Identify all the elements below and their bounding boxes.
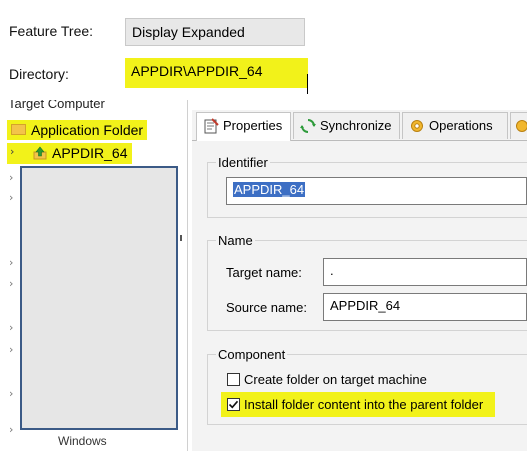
directory-value: APPDIR\APPDIR_64 — [131, 63, 263, 79]
chevron-right-icon[interactable]: › — [9, 387, 13, 400]
tab-label: Operations — [429, 118, 493, 133]
tab-operations[interactable]: Operations — [402, 112, 508, 139]
tab-label: Synchronize — [320, 118, 392, 133]
name-legend: Name — [218, 233, 253, 248]
splitter-grip — [180, 235, 182, 241]
target-name-input[interactable]: . — [323, 258, 527, 286]
create-folder-label[interactable]: Create folder on target machine — [244, 372, 427, 387]
target-name-label: Target name: — [226, 265, 302, 280]
directory-label: Directory: — [9, 66, 69, 82]
tree-root-partial: Target Computer — [8, 100, 105, 111]
chevron-right-icon[interactable]: › — [9, 321, 13, 334]
source-name-input[interactable]: APPDIR_64 — [323, 293, 527, 321]
chevron-right-icon[interactable]: › — [9, 191, 13, 204]
chevron-right-icon[interactable]: › — [10, 145, 14, 158]
tab-label: Properties — [223, 118, 283, 133]
gear-icon — [516, 120, 527, 132]
redaction-box — [20, 166, 178, 430]
chevron-right-icon[interactable]: › — [9, 256, 13, 269]
identifier-input[interactable]: APPDIR_64 — [226, 177, 527, 205]
identifier-value: APPDIR_64 — [233, 182, 306, 197]
install-parent-checkbox[interactable] — [227, 398, 240, 411]
tree-item-label: APPDIR_64 — [52, 145, 128, 161]
feature-tree-label: Feature Tree: — [9, 23, 94, 39]
checkmark-icon — [228, 400, 239, 409]
splitter[interactable] — [187, 100, 188, 451]
tab-overflow[interactable] — [510, 112, 527, 139]
gear-icon — [411, 120, 423, 132]
tab-properties[interactable]: Properties — [196, 112, 291, 141]
identifier-legend: Identifier — [218, 155, 268, 170]
text-caret — [307, 74, 308, 94]
tree-item-partial: Windows — [58, 434, 107, 448]
source-name-label: Source name: — [226, 300, 307, 315]
sync-icon — [300, 119, 316, 133]
source-name-value: APPDIR_64 — [330, 298, 401, 313]
create-folder-checkbox[interactable] — [227, 373, 240, 386]
tab-strip: Properties Synchronize Operations — [192, 112, 527, 141]
feature-tree-value: Display Expanded — [132, 24, 245, 40]
chevron-right-icon[interactable]: › — [9, 423, 13, 436]
feature-tree-combo[interactable]: Display Expanded — [125, 18, 305, 46]
tree-item-label: Application Folder — [31, 122, 144, 138]
properties-icon — [204, 118, 219, 134]
folder-up-arrow-icon — [33, 146, 47, 163]
component-legend: Component — [218, 347, 286, 362]
chevron-right-icon[interactable]: › — [9, 343, 13, 356]
tree-item-application-folder[interactable]: Application Folder — [7, 120, 147, 140]
chevron-right-icon[interactable]: › — [9, 277, 13, 290]
target-name-value: . — [330, 263, 334, 278]
chevron-right-icon[interactable]: › — [9, 171, 13, 184]
install-parent-label[interactable]: Install folder content into the parent f… — [244, 397, 483, 412]
folder-icon — [11, 124, 26, 135]
tab-synchronize[interactable]: Synchronize — [293, 112, 400, 139]
directory-input[interactable]: APPDIR\APPDIR_64 — [125, 58, 308, 88]
tree-item-appdir-64[interactable]: › APPDIR_64 — [7, 143, 132, 164]
